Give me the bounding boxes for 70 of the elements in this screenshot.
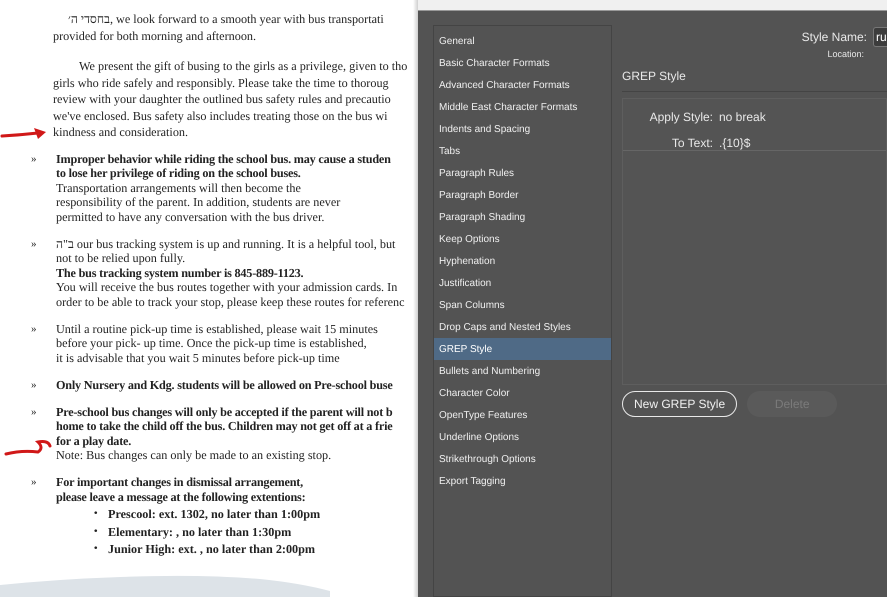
category-item[interactable]: Export Tagging bbox=[434, 470, 611, 492]
text-line: Note: Bus changes can only be made to an existing stop. bbox=[56, 448, 332, 462]
field-label: Apply Style: bbox=[648, 108, 713, 126]
text-line: we've enclosed. Bus safety also includes treating those on the bus wi bbox=[53, 108, 389, 124]
style-name-field[interactable]: ru bbox=[873, 26, 887, 46]
category-item[interactable]: Hyphenation bbox=[434, 250, 611, 272]
text-line: for a play date. bbox=[56, 434, 132, 448]
category-item[interactable]: General bbox=[434, 30, 611, 52]
category-item[interactable]: Middle East Character Formats bbox=[434, 96, 611, 118]
text-line: Improper behavior while riding the school bus. may cause a studen bbox=[56, 152, 391, 166]
category-item[interactable]: Tabs bbox=[434, 140, 611, 162]
field-label: Location: bbox=[827, 48, 864, 61]
text-line: For important changes in dismissal arrangement, bbox=[56, 475, 304, 490]
category-item[interactable]: Basic Character Formats bbox=[434, 52, 611, 74]
text-line: girls who ride safely and responsibly. Please take the time to thoroug bbox=[53, 74, 390, 91]
text-line: responsibility of the parent. In addition, students are never bbox=[56, 195, 342, 210]
text-line: provided for both morning and afternoon. bbox=[53, 28, 258, 44]
category-item[interactable]: Justification bbox=[434, 272, 611, 294]
text-line: Prescool: ext. 1302, no later than 1:00pm bbox=[108, 507, 320, 522]
text-line: please leave a message at the following extentions: bbox=[56, 490, 306, 504]
bullet-marker: » bbox=[31, 322, 38, 336]
text-line: not to be relied upon fully. bbox=[56, 251, 186, 266]
text-line: Only Nursery and Kdg. students will be allowed on Pre-school buse bbox=[56, 378, 393, 392]
text-line: We present the gift of busing to the girls as a privilege, given to tho bbox=[78, 58, 408, 74]
text-line: Elementary: , no later than 1:30pm bbox=[108, 524, 292, 539]
category-item[interactable]: Character Color bbox=[434, 382, 611, 404]
bullet-marker: • bbox=[94, 524, 99, 538]
text-line: The bus tracking system number is 845-889-1123. bbox=[56, 266, 304, 280]
category-item[interactable]: Paragraph Border bbox=[434, 184, 611, 206]
text-line: Pre-school bus changes will only be accepted if the parent will not b bbox=[56, 404, 392, 419]
category-item[interactable]: Strikethrough Options bbox=[434, 448, 611, 470]
bullet-marker: » bbox=[31, 236, 38, 251]
bullet-marker: » bbox=[31, 152, 38, 166]
text-line: Transportation arrangements will then become the bbox=[56, 180, 302, 195]
text-line: kindness and consideration. bbox=[53, 124, 190, 140]
text-line: Until a routine pick-up time is established, please wait 15 minutes bbox=[56, 322, 378, 336]
text-line: review with your daughter the outlined bus safety rules and precautio bbox=[53, 91, 392, 108]
field-value: no break bbox=[719, 108, 767, 126]
text-line: You will receive the bus routes together with your admission cards. In bbox=[56, 280, 398, 294]
category-item[interactable]: Advanced Character Formats bbox=[434, 74, 611, 96]
text-line: before your pick- up time. Once the pick-up time is established, bbox=[56, 336, 368, 350]
text-line: בחסדי ה׳, we look forward to a smooth year with bus transportati bbox=[67, 11, 385, 28]
category-item[interactable]: Paragraph Shading bbox=[434, 206, 611, 228]
text-line: home to take the child off the bus. Children may not get off at a frie bbox=[56, 419, 392, 434]
category-item[interactable]: Indents and Spacing bbox=[434, 118, 611, 140]
bullet-marker: • bbox=[94, 542, 99, 556]
category-item[interactable]: Paragraph Rules bbox=[434, 162, 611, 184]
grep-rule-row[interactable]: Apply Style: no break To Text: .{10}$ bbox=[623, 98, 886, 150]
field-value: .{10}$ bbox=[719, 134, 752, 152]
bullet-marker: » bbox=[31, 378, 38, 392]
text-line: order to be able to track your stop, please keep these routes for referenc bbox=[56, 294, 405, 309]
bullet-marker: • bbox=[94, 507, 99, 521]
text-line: it is advisable that you wait 5 minutes before pick-up time bbox=[56, 350, 341, 365]
category-item[interactable]: Bullets and Numbering bbox=[434, 360, 611, 382]
category-item[interactable]: Drop Caps and Nested Styles bbox=[434, 316, 611, 338]
field-label: Style Name: bbox=[802, 28, 867, 46]
category-item[interactable]: GREP Style bbox=[434, 338, 611, 360]
category-item[interactable]: Underline Options bbox=[434, 426, 611, 448]
bullet-marker: » bbox=[31, 475, 38, 490]
text-line: to lose her privilege of riding on the school buses. bbox=[56, 166, 302, 180]
category-item[interactable]: Keep Options bbox=[434, 228, 611, 250]
text-line: Junior High: ext. , no later than 2:00pm bbox=[108, 542, 316, 556]
bullet-marker: » bbox=[31, 404, 38, 419]
category-item[interactable]: Span Columns bbox=[434, 294, 611, 316]
category-item[interactable]: OpenType Features bbox=[434, 404, 611, 426]
new-grep-style-button[interactable]: New GREP Style bbox=[622, 390, 738, 416]
text-line: permitted to have any conversation with the bus driver. bbox=[56, 210, 326, 224]
section-title: GREP Style bbox=[622, 68, 687, 84]
field-label: To Text: bbox=[670, 134, 713, 152]
text-line: ב"ה our bus tracking system is up and running. It is a helpful tool, but bbox=[56, 236, 396, 251]
